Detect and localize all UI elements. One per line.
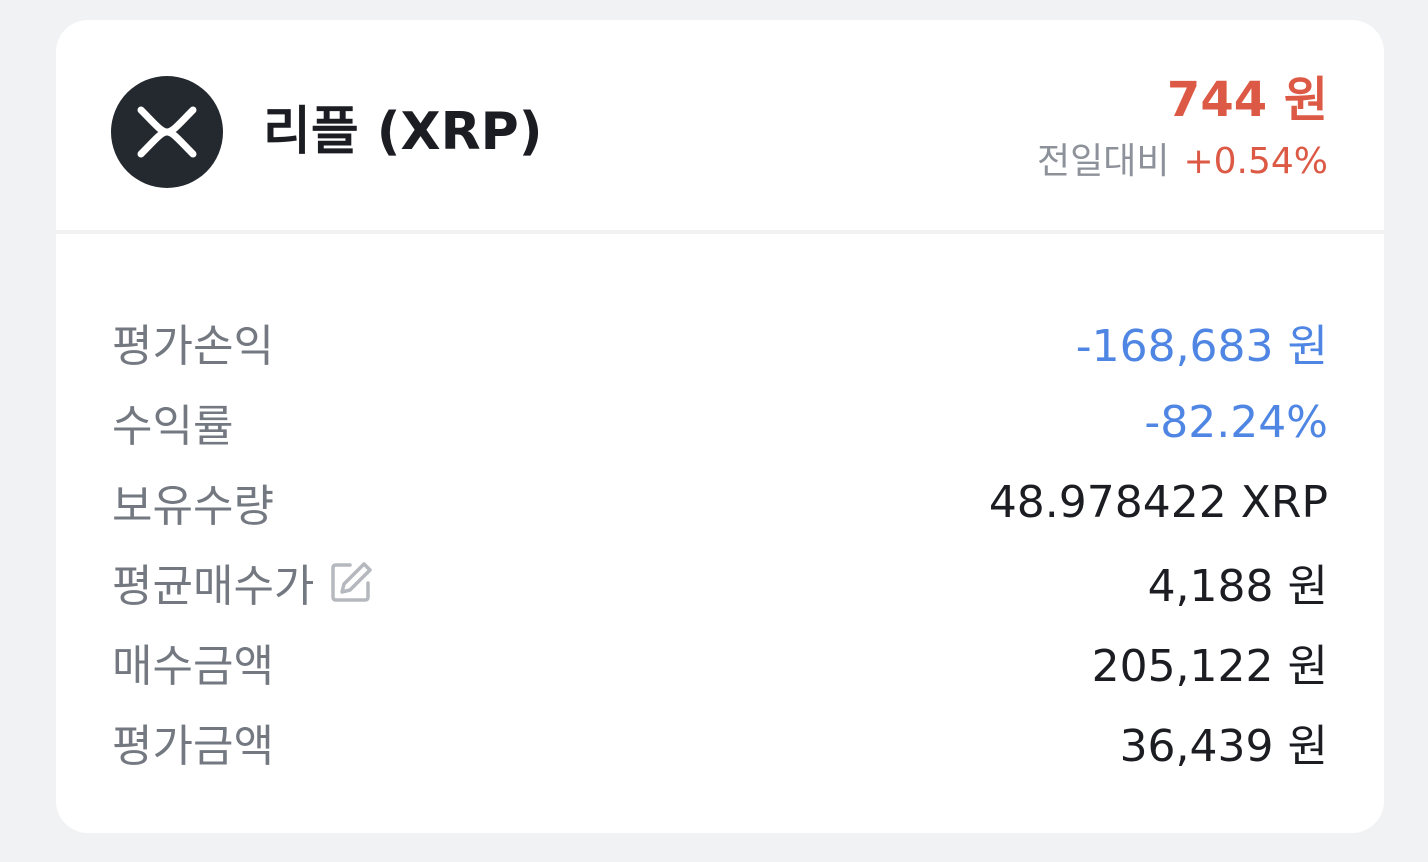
detail-label: 평가손익 <box>112 321 274 372</box>
detail-label: 수익률 <box>112 401 234 452</box>
detail-value: 205,122 원 <box>1091 641 1328 692</box>
detail-value: 48.978422 XRP <box>988 476 1328 528</box>
detail-value: -82.24% <box>1144 396 1328 448</box>
holding-details: 평가손익 -168,683 원 수익률 -82.24% 보유수량 48.9784… <box>112 302 1328 782</box>
detail-row-buy-amount: 매수금액 205,122 원 <box>112 622 1328 702</box>
detail-row-return-rate: 수익률 -82.24% <box>112 382 1328 462</box>
coin-header: 리플 (XRP) 744 원 전일대비 +0.54% <box>56 20 1384 230</box>
detail-row-eval-amount: 평가금액 36,439 원 <box>112 702 1328 782</box>
edit-icon[interactable] <box>328 559 374 605</box>
price-block: 744 원 전일대비 +0.54% <box>1037 72 1328 184</box>
detail-label: 매수금액 <box>112 641 274 692</box>
detail-value: -168,683 원 <box>1075 321 1328 372</box>
detail-label-wrap: 평균매수가 <box>112 550 374 614</box>
detail-value: 4,188 원 <box>1147 561 1328 612</box>
detail-row-quantity: 보유수량 48.978422 XRP <box>112 462 1328 542</box>
current-price: 744 원 <box>1166 72 1328 128</box>
coin-name: 리플 (XRP) <box>263 102 543 162</box>
detail-row-avg-buy-price: 평균매수가 4,188 원 <box>112 542 1328 622</box>
header-divider <box>56 230 1384 234</box>
detail-label: 보유수량 <box>112 481 274 532</box>
detail-row-profit-loss: 평가손익 -168,683 원 <box>112 302 1328 382</box>
daily-change-value: +0.54% <box>1183 141 1328 182</box>
coin-holding-card: 리플 (XRP) 744 원 전일대비 +0.54% 평가손익 -168,683 … <box>56 20 1384 833</box>
xrp-logo-icon <box>111 76 223 188</box>
detail-value: 36,439 원 <box>1119 721 1328 772</box>
detail-label: 평균매수가 <box>112 561 315 612</box>
daily-change: 전일대비 +0.54% <box>1037 140 1328 184</box>
daily-change-label: 전일대비 <box>1036 141 1170 182</box>
detail-label: 평가금액 <box>112 721 274 772</box>
